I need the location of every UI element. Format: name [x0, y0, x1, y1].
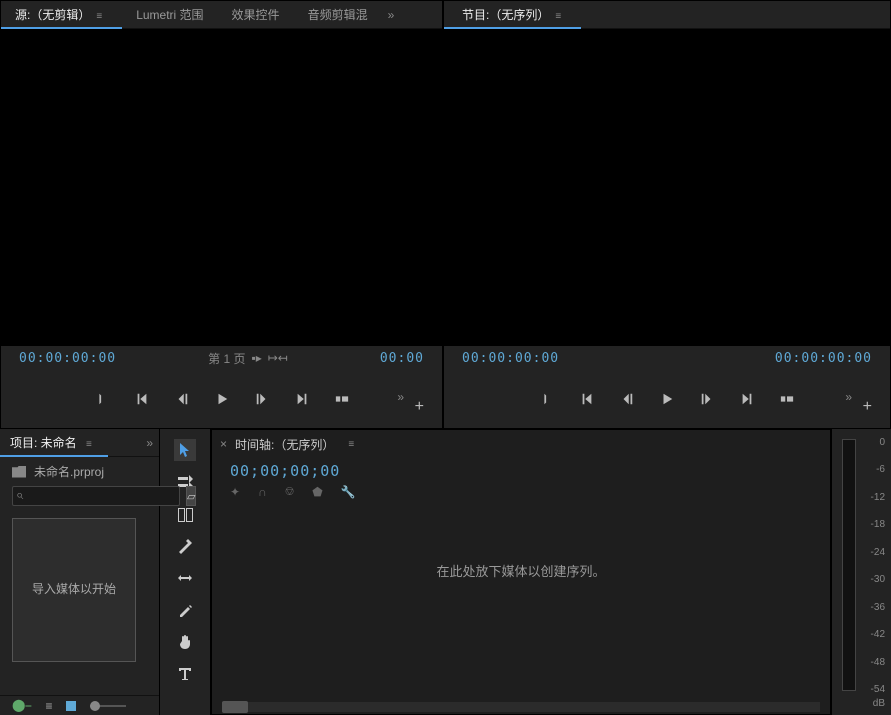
- tab-lumetri[interactable]: Lumetri 范围: [122, 1, 217, 29]
- go-out-button[interactable]: [739, 391, 755, 407]
- meter-label: 0: [871, 437, 885, 448]
- import-msg: 导入媒体以开始: [32, 580, 116, 599]
- timeline-toolbar: ✦ ∩ ⎊ ⬟ 🔧: [230, 484, 812, 499]
- program-add-button[interactable]: +: [863, 398, 872, 416]
- razor-tool[interactable]: [174, 535, 196, 557]
- meter-labels: 0 -6 -12 -18 -24 -30 -36 -42 -48 -54: [871, 437, 885, 695]
- panel-menu-icon[interactable]: ≡: [549, 11, 567, 22]
- insert-button[interactable]: [334, 391, 350, 407]
- tab-source[interactable]: 源:（无剪辑）≡: [1, 1, 122, 29]
- meter-bar: [842, 439, 856, 691]
- project-panel: 项目: 未命名 ≡ » 未命名.prproj ▱ 导入媒体以开始 ⬤⎯ ≡: [0, 429, 159, 715]
- source-in-time[interactable]: 00:00:00:00: [19, 351, 116, 366]
- timeline-scrollbar[interactable]: [222, 702, 820, 712]
- go-in-button[interactable]: [134, 391, 150, 407]
- project-bottom-bar: ⬤⎯ ≡: [0, 695, 159, 715]
- meter-label: -42: [871, 629, 885, 640]
- icon-view-icon[interactable]: [66, 701, 76, 711]
- slip-tool[interactable]: [174, 567, 196, 589]
- selection-tool[interactable]: [174, 439, 196, 461]
- audio-meter: 0 -6 -12 -18 -24 -30 -36 -42 -48 -54 dB: [831, 429, 891, 715]
- meter-label: -48: [871, 657, 885, 668]
- timeline-panel: × 时间轴:（无序列） ≡ 00;00;00;00 ✦ ∩ ⎊ ⬟ 🔧 在此处放…: [211, 429, 831, 715]
- program-in-time[interactable]: 00:00:00:00: [462, 351, 559, 366]
- go-in-button[interactable]: [579, 391, 595, 407]
- source-timebar: 00:00:00:00 第 1 页 ▪▸ ↦↤ 00:00: [1, 346, 442, 370]
- source-paging: 第 1 页 ▪▸ ↦↤: [208, 350, 288, 367]
- meter-unit: dB: [873, 698, 885, 709]
- source-viewer: [1, 29, 442, 346]
- search-filter-button[interactable]: ▱: [186, 486, 196, 506]
- timeline-title: 时间轴:（无序列）: [235, 436, 334, 453]
- add-marker-icon[interactable]: ⬟: [312, 485, 322, 499]
- program-overflow-icon[interactable]: »: [845, 390, 852, 404]
- type-tool[interactable]: [174, 663, 196, 685]
- tab-audio-clip[interactable]: 音频剪辑混: [294, 1, 382, 29]
- program-transport: » +: [444, 370, 890, 428]
- program-viewer: [444, 29, 890, 346]
- loop-icon[interactable]: ↦↤: [268, 351, 288, 365]
- source-tabs: 源:（无剪辑）≡ Lumetri 范围 效果控件 音频剪辑混 »: [1, 1, 442, 29]
- search-input[interactable]: [12, 486, 180, 506]
- meter-label: -24: [871, 547, 885, 558]
- panel-menu-icon[interactable]: ≡: [90, 11, 108, 22]
- mark-in-button[interactable]: [539, 391, 555, 407]
- program-out-time[interactable]: 00:00:00:00: [775, 351, 872, 366]
- linked-selection-icon[interactable]: ∩: [258, 485, 267, 499]
- program-tabs: 节目:（无序列）≡: [444, 1, 890, 29]
- timeline-drop-msg: 在此处放下媒体以创建序列。: [212, 561, 830, 580]
- scrollbar-thumb[interactable]: [222, 701, 248, 713]
- tab-project[interactable]: 项目: 未命名 ≡: [0, 429, 108, 457]
- panel-menu-icon[interactable]: ≡: [80, 439, 98, 450]
- play-button[interactable]: [214, 391, 230, 407]
- lift-button[interactable]: [779, 391, 795, 407]
- project-filename: 未命名.prproj: [34, 463, 104, 480]
- paging-label: 第 1 页: [208, 350, 245, 367]
- tab-effect-controls[interactable]: 效果控件: [218, 1, 294, 29]
- meter-label: -54: [871, 684, 885, 695]
- source-overflow-icon[interactable]: »: [397, 390, 404, 404]
- step-back-button[interactable]: [174, 391, 190, 407]
- zoom-slider[interactable]: [90, 705, 126, 707]
- meter-label: -6: [871, 464, 885, 475]
- folder-icon: [12, 466, 26, 478]
- go-out-button[interactable]: [294, 391, 310, 407]
- tab-project-label: 项目: 未命名: [10, 436, 77, 450]
- fit-icon[interactable]: ▪▸: [251, 351, 261, 365]
- overflow-icon[interactable]: »: [382, 8, 401, 22]
- tool-column: [159, 429, 211, 715]
- tab-source-label: 源:（无剪辑）: [15, 8, 90, 22]
- source-transport: » +: [1, 370, 442, 428]
- step-back-button[interactable]: [619, 391, 635, 407]
- snap-icon[interactable]: ✦: [230, 485, 240, 499]
- project-overflow-icon[interactable]: »: [140, 436, 159, 450]
- hand-tool[interactable]: [174, 631, 196, 653]
- settings-icon[interactable]: 🔧: [341, 485, 356, 499]
- close-icon[interactable]: ×: [220, 437, 227, 451]
- lock-icon[interactable]: ⬤⎯: [12, 698, 31, 713]
- step-fwd-button[interactable]: [699, 391, 715, 407]
- panel-menu-icon[interactable]: ≡: [342, 439, 360, 450]
- marker-icon[interactable]: ⎊: [285, 484, 295, 499]
- play-button[interactable]: [659, 391, 675, 407]
- pen-tool[interactable]: [174, 599, 196, 621]
- program-timebar: 00:00:00:00 00:00:00:00: [444, 346, 890, 370]
- ripple-edit-tool[interactable]: [174, 503, 196, 525]
- meter-label: -36: [871, 602, 885, 613]
- timeline-time[interactable]: 00;00;00;00: [230, 462, 812, 484]
- tab-program-label: 节目:（无序列）: [462, 8, 549, 22]
- source-add-button[interactable]: +: [415, 398, 424, 416]
- tab-program[interactable]: 节目:（无序列）≡: [444, 1, 581, 29]
- project-file-row: 未命名.prproj: [0, 457, 159, 486]
- meter-label: -18: [871, 519, 885, 530]
- step-fwd-button[interactable]: [254, 391, 270, 407]
- mark-in-button[interactable]: [94, 391, 110, 407]
- source-out-time[interactable]: 00:00: [380, 351, 424, 366]
- meter-label: -30: [871, 574, 885, 585]
- meter-label: -12: [871, 492, 885, 503]
- list-view-icon[interactable]: ≡: [45, 699, 52, 713]
- import-media-dropzone[interactable]: 导入媒体以开始: [12, 518, 136, 662]
